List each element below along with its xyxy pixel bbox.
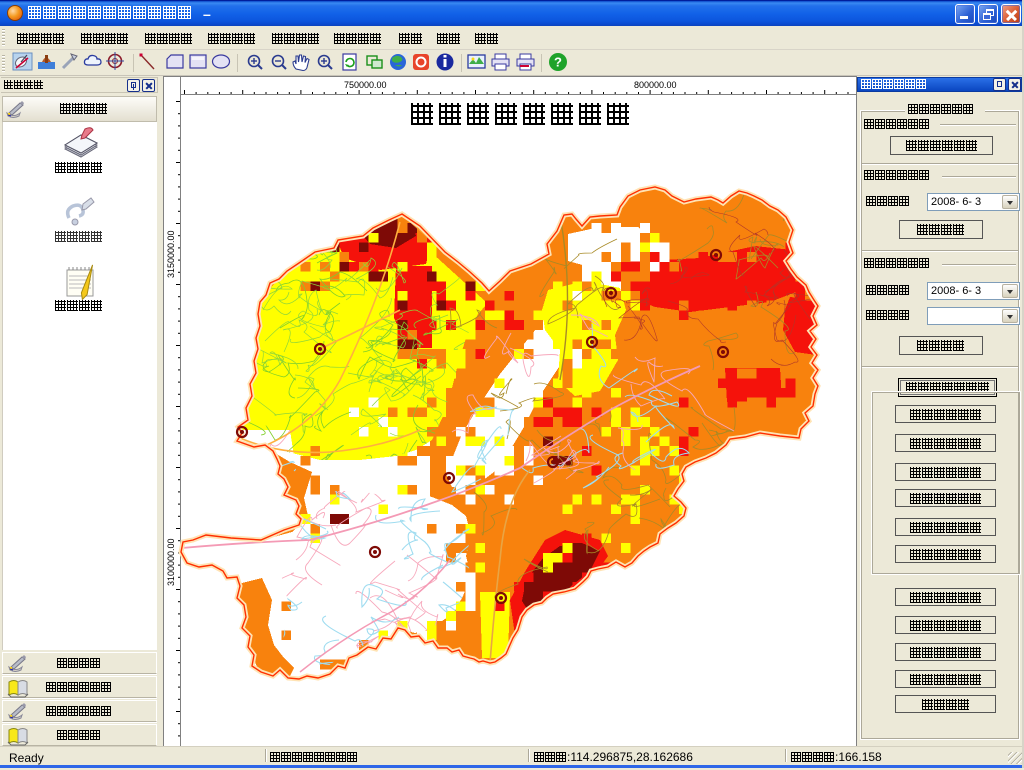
svg-text:?: ? <box>554 55 562 70</box>
